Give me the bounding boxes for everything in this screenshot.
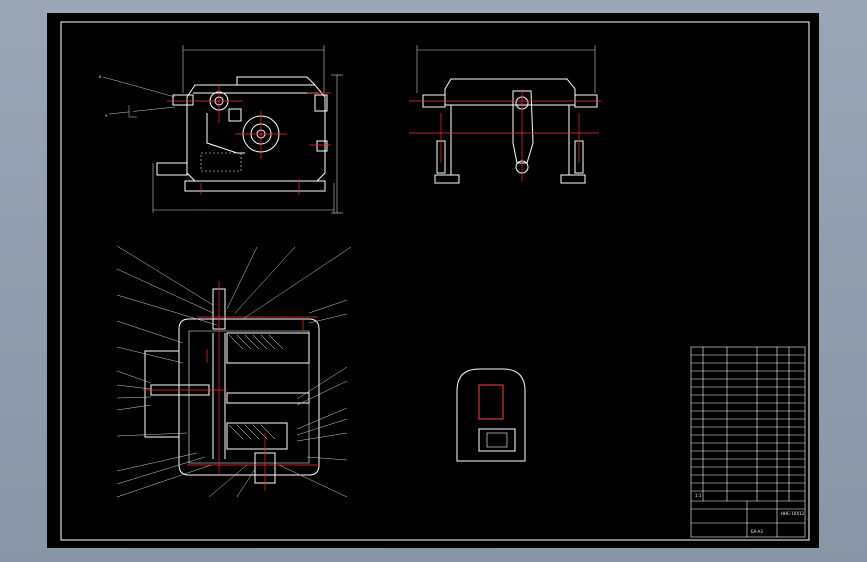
title-block — [690, 346, 806, 538]
front-leaders — [102, 76, 176, 118]
side-centerlines — [409, 89, 601, 181]
section-leaders — [116, 245, 352, 498]
drawing-sheet: 8 9 HHC-10X12 1:1 EA-A3 — [47, 13, 819, 548]
section-view — [144, 288, 320, 484]
front-centerlines — [167, 85, 331, 195]
title-scale-row: 1:1 — [695, 493, 702, 498]
front-label-2: 9 — [105, 114, 108, 118]
side-elevation-view — [416, 45, 598, 184]
title-code: EA-A3 — [751, 529, 763, 534]
title-part-name: HHC-10X12 — [781, 511, 805, 516]
side-dimensions — [416, 45, 596, 93]
detail-view — [456, 368, 526, 462]
front-elevation-view — [152, 45, 343, 214]
front-dimensions — [152, 45, 343, 214]
front-label-1: 8 — [99, 75, 102, 79]
cad-drawing: 8 9 HHC-10X12 1:1 EA-A3 — [60, 21, 810, 541]
